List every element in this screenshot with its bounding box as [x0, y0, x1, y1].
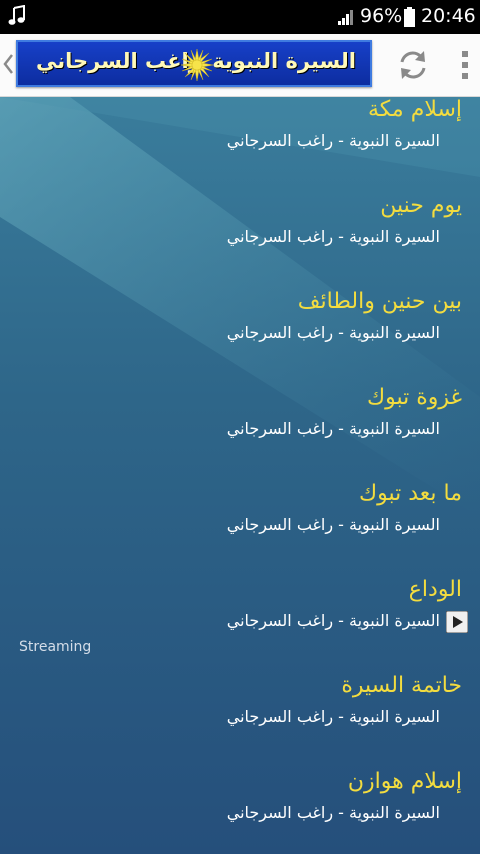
lecture-subtitle: السيرة النبوية - راغب السرجاني: [226, 515, 440, 534]
lecture-item[interactable]: إسلام هوازن السيرة النبوية - راغب السرجا…: [0, 769, 480, 854]
streaming-status-label: Streaming: [19, 639, 92, 655]
lecture-item[interactable]: إسلام مكة السيرة النبوية - راغب السرجاني: [0, 97, 480, 193]
banner-author: راغب السرجاني: [36, 49, 201, 73]
battery-percent: 96%: [360, 5, 403, 27]
lecture-item[interactable]: غزوة تبوك السيرة النبوية - راغب السرجاني: [0, 385, 480, 481]
lecture-title: إسلام مكة: [367, 97, 462, 122]
lecture-title: يوم حنين: [380, 193, 462, 218]
refresh-icon[interactable]: [394, 48, 432, 82]
overflow-menu-icon[interactable]: [452, 48, 478, 82]
app-title-banner: راغب السرجاني السيرة النبوية: [16, 40, 372, 87]
lecture-subtitle: السيرة النبوية - راغب السرجاني: [226, 227, 440, 246]
status-bar: 96% 20:46: [0, 0, 480, 34]
lecture-item[interactable]: بين حنين والطائف السيرة النبوية - راغب ا…: [0, 289, 480, 385]
lecture-item-playing[interactable]: الوداع السيرة النبوية - راغب السرجاني: [0, 577, 480, 673]
lecture-title: إسلام هوازن: [347, 769, 462, 794]
play-icon[interactable]: [446, 611, 468, 633]
lecture-subtitle: السيرة النبوية - راغب السرجاني: [226, 707, 440, 726]
lecture-subtitle: السيرة النبوية - راغب السرجاني: [226, 131, 440, 150]
lecture-list-area[interactable]: إسلام مكة السيرة النبوية - راغب السرجاني…: [0, 97, 480, 854]
lecture-title: غزوة تبوك: [366, 385, 462, 410]
lecture-title: ما بعد تبوك: [358, 481, 462, 506]
action-bar: راغب السرجاني السيرة النبوية: [0, 34, 480, 97]
lecture-subtitle: السيرة النبوية - راغب السرجاني: [226, 323, 440, 342]
music-note-icon: [8, 5, 25, 25]
sun-icon: [180, 48, 214, 82]
lecture-item[interactable]: خاتمة السيرة السيرة النبوية - راغب السرج…: [0, 673, 480, 769]
lecture-title: بين حنين والطائف: [297, 289, 462, 314]
battery-icon: [404, 7, 415, 27]
lecture-subtitle: السيرة النبوية - راغب السرجاني: [226, 419, 440, 438]
back-chevron-icon[interactable]: [2, 52, 14, 76]
signal-icon: [338, 10, 353, 25]
lecture-item[interactable]: ما بعد تبوك السيرة النبوية - راغب السرجا…: [0, 481, 480, 577]
lecture-subtitle: السيرة النبوية - راغب السرجاني: [226, 803, 440, 822]
lecture-title: الوداع: [408, 577, 462, 602]
lecture-subtitle: السيرة النبوية - راغب السرجاني: [226, 611, 440, 630]
clock: 20:46: [421, 5, 476, 27]
lecture-title: خاتمة السيرة: [341, 673, 462, 698]
lecture-item[interactable]: يوم حنين السيرة النبوية - راغب السرجاني: [0, 193, 480, 289]
banner-title: السيرة النبوية: [212, 49, 356, 73]
